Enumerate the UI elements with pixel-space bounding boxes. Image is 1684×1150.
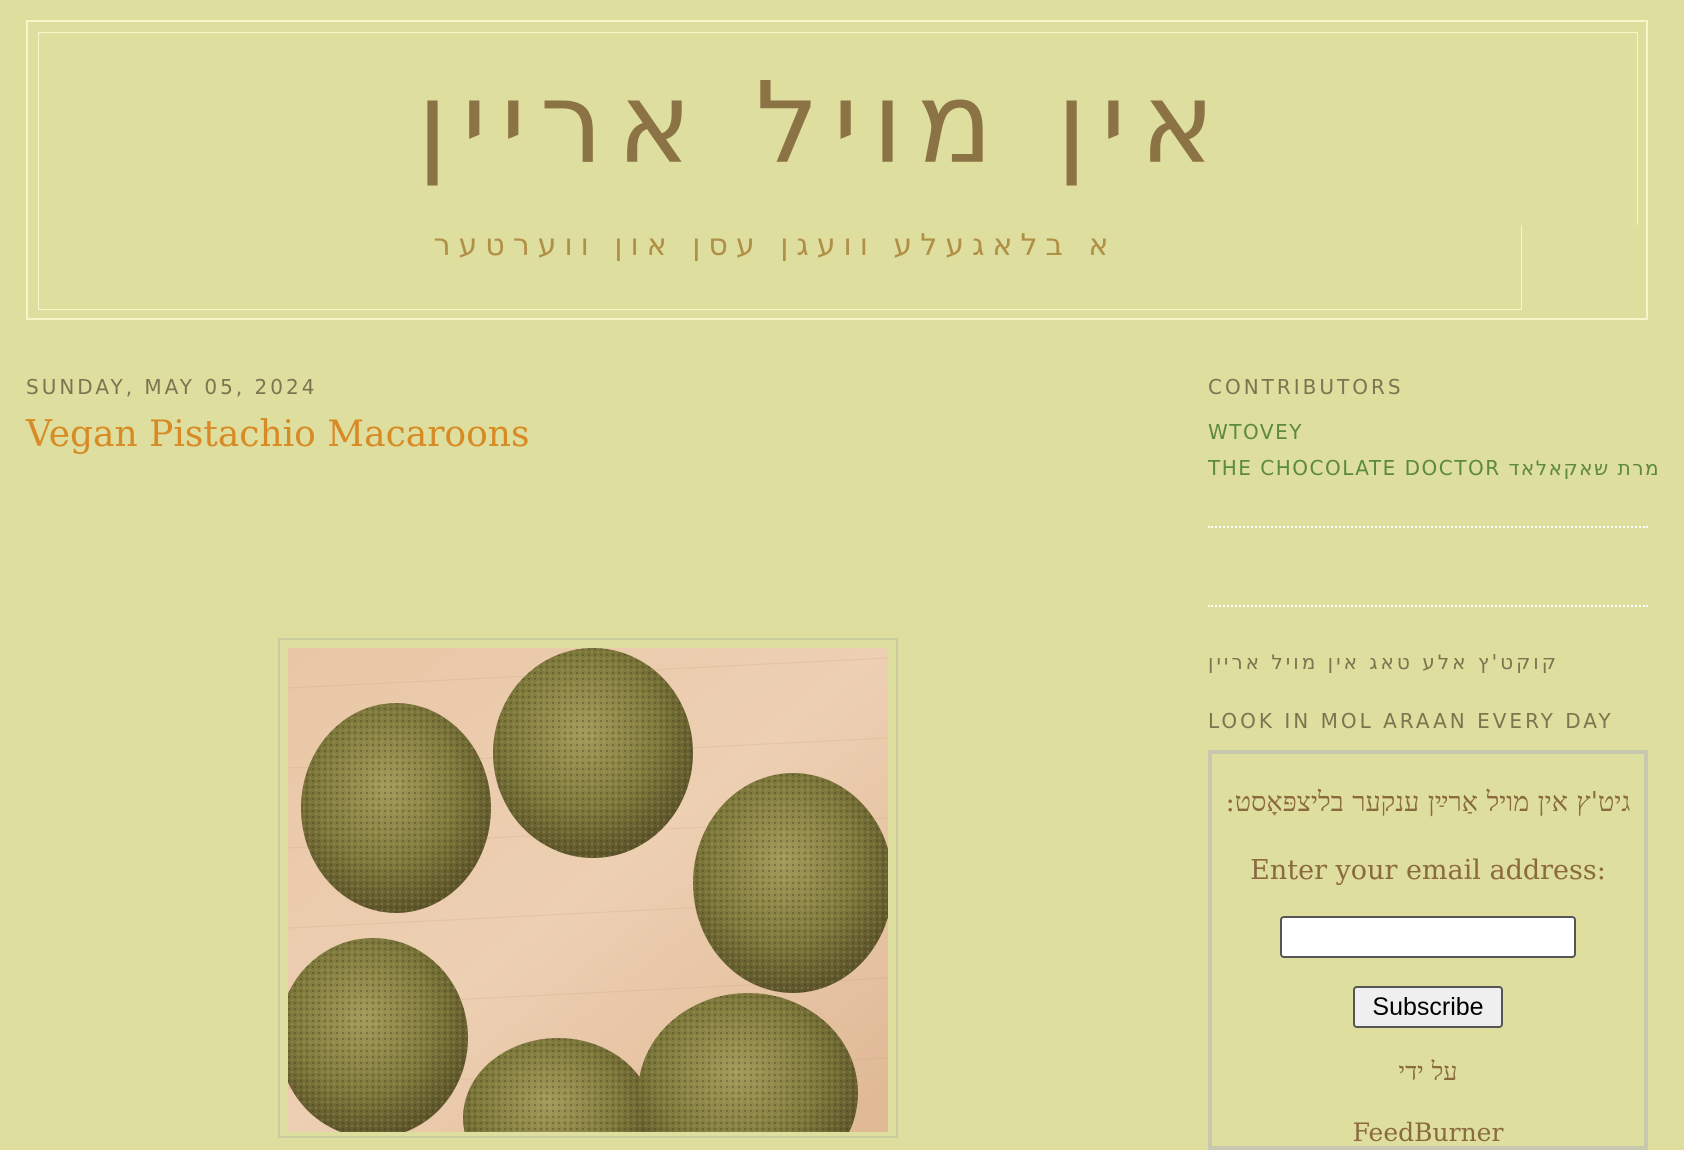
look-daily-heading: LOOK IN MOL ARAAN EVERY DAY [1208, 709, 1614, 733]
post-title-link[interactable]: Vegan Pistachio Macaroons [26, 414, 529, 455]
contributors-heading: CONTRIBUTORS [1208, 375, 1404, 399]
delivered-by-label: על ידי [1398, 1057, 1458, 1086]
post-date: Sunday, May 05, 2024 [26, 375, 318, 399]
header-border-bottom [38, 309, 1522, 310]
sidebar-divider [1208, 526, 1648, 528]
blog-description: א בלאגעלע וועגן עסן און ווערטער [433, 228, 1117, 263]
sidebar-divider [1208, 605, 1648, 607]
email-input[interactable] [1280, 916, 1576, 958]
yiddish-daily-heading: קוקט'ץ אלע טאג אין מויל אריין [1208, 650, 1559, 674]
macaroons-photo[interactable] [288, 648, 888, 1132]
subscribe-heading: גיט'ץ אין מויל אַרײַן ענקער בליצפּאָסט: [1225, 787, 1631, 818]
contributor-link-wtovey[interactable]: WTOVEY [1208, 420, 1303, 444]
email-label: Enter your email address: [1250, 855, 1606, 886]
header-border-top [38, 32, 1638, 33]
blog-title[interactable]: אין מויל אריין [0, 68, 1646, 180]
macaroons-photo-art [288, 648, 888, 1132]
contributor-link-chocolate-doctor[interactable]: THE CHOCOLATE DOCTOR מרת שאקאלאד [1208, 456, 1660, 480]
feedburner-link[interactable]: FeedBurner [1212, 1118, 1644, 1147]
subscribe-button[interactable]: Subscribe [1353, 986, 1503, 1028]
